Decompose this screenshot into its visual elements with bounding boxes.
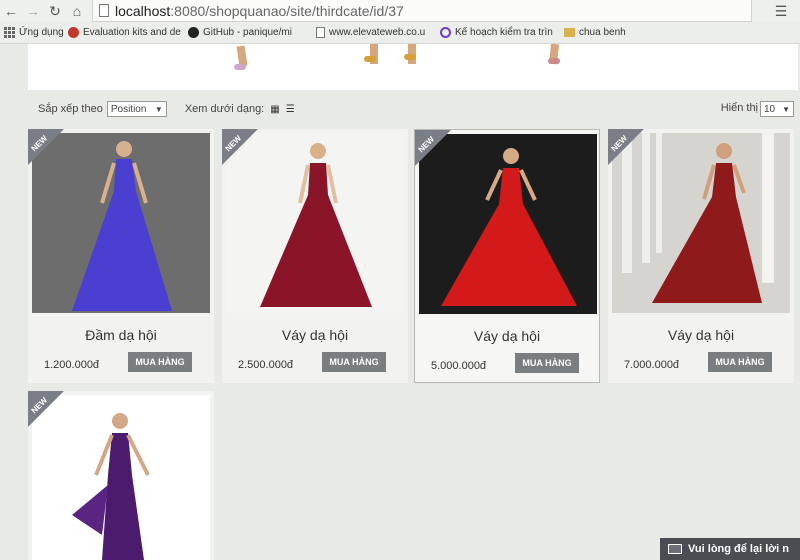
bookmark-chua-benh[interactable]: chua benh — [564, 22, 654, 44]
show-count-label: Hiển thị — [720, 102, 758, 114]
sort-select[interactable]: Position ▼ — [106, 101, 167, 117]
document-icon — [316, 27, 325, 38]
product-card[interactable]: NEW Váy dạ hội 7.000.000đ MUA HÀNG — [608, 129, 794, 383]
buy-button[interactable]: MUA HÀNG — [128, 352, 192, 372]
buy-button[interactable]: MUA HÀNG — [708, 352, 772, 372]
buy-button[interactable]: MUA HÀNG — [515, 353, 579, 373]
product-card[interactable]: NEW Đầm dạ hội 1.200.000đ MUA HÀNG — [28, 129, 214, 383]
banner-shoe — [364, 56, 376, 62]
chat-label: Vui lòng để lại lời n — [688, 543, 789, 555]
mail-icon — [668, 544, 682, 554]
apps-icon — [4, 27, 15, 38]
url-host: localhost — [115, 2, 171, 19]
chevron-down-icon: ▼ — [154, 104, 163, 114]
show-count-select[interactable]: 10 ▼ — [760, 101, 794, 117]
product-card[interactable]: NEW — [28, 391, 214, 560]
page-icon — [99, 4, 109, 17]
sort-value: Position — [110, 103, 147, 115]
product-price: 5.000.000đ — [431, 360, 487, 372]
list-view-icon[interactable]: ☰ — [286, 104, 295, 115]
reload-icon[interactable]: ↻ — [44, 0, 66, 22]
back-arrow-icon[interactable]: ← — [0, 0, 22, 22]
product-card[interactable]: NEW Váy dạ hội 5.000.000đ MUA HÀNG — [414, 129, 600, 383]
product-name[interactable]: Váy dạ hội — [415, 328, 599, 344]
link-icon — [440, 27, 451, 38]
product-price: 2.500.000đ — [238, 359, 294, 371]
bookmark-label: www.elevateweb.co.u — [329, 27, 426, 38]
bookmark-label: chua benh — [579, 27, 626, 38]
banner-shoe — [548, 58, 560, 64]
show-count-value: 10 — [764, 103, 776, 115]
view-mode-label: Xem dưới dạng: — [184, 103, 265, 115]
bookmark-github[interactable]: GitHub - panique/mi — [188, 22, 316, 44]
chevron-down-icon: ▼ — [782, 104, 790, 114]
product-grid: NEW Đầm dạ hội 1.200.000đ MUA HÀNG NEW V… — [28, 129, 798, 560]
bookmark-ke-hoach[interactable]: Kế hoạch kiểm tra trìn — [440, 22, 564, 44]
bookmark-label: Kế hoạch kiểm tra trìn — [455, 27, 553, 38]
grid-view-icon[interactable]: ▦ — [270, 104, 279, 115]
banner-shoe — [404, 54, 416, 60]
address-bar[interactable]: localhost:8080/shopquanao/site/thirdcate… — [92, 0, 752, 22]
menu-icon[interactable]: ☰ — [770, 0, 792, 22]
home-icon[interactable]: ⌂ — [66, 0, 88, 22]
product-name[interactable]: Váy dạ hội — [222, 327, 408, 343]
product-card[interactable]: NEW Váy dạ hội 2.500.000đ MUA HÀNG — [222, 129, 408, 383]
product-price: 7.000.000đ — [624, 359, 680, 371]
folder-icon — [564, 28, 575, 37]
product-name[interactable]: Đầm dạ hội — [28, 327, 214, 343]
sort-label: Sắp xếp theo — [38, 103, 103, 115]
red-circle-icon — [68, 27, 79, 38]
buy-button[interactable]: MUA HÀNG — [322, 352, 386, 372]
url-path: :8080/shopquanao/site/thirdcate/id/37 — [170, 2, 404, 19]
bookmark-evaluation-kits[interactable]: Evaluation kits and de — [68, 22, 188, 44]
product-price: 1.200.000đ — [44, 359, 100, 371]
bookmark-label: Evaluation kits and de — [83, 27, 181, 38]
github-icon — [188, 27, 199, 38]
bookmark-elevateweb[interactable]: www.elevateweb.co.u — [316, 22, 440, 44]
forward-arrow-icon[interactable]: → — [22, 0, 44, 22]
bookmark-label: GitHub - panique/mi — [203, 27, 292, 38]
product-name[interactable]: Váy dạ hội — [608, 327, 794, 343]
page-content: Sắp xếp theo Position ▼ Xem dưới dạng: ▦… — [0, 44, 800, 560]
banner-shoe — [234, 64, 246, 70]
browser-nav-bar: ← → ↻ ⌂ localhost:8080/shopquanao/site/t… — [0, 0, 800, 22]
banner-image — [28, 44, 798, 90]
listing-toolbar: Sắp xếp theo Position ▼ Xem dưới dạng: ▦… — [28, 94, 798, 124]
bookmark-label: Ứng dụng — [19, 27, 64, 38]
chat-widget[interactable]: Vui lòng để lại lời n — [660, 538, 800, 560]
bookmarks-bar: Ứng dụng Evaluation kits and de GitHub -… — [0, 22, 800, 44]
bookmark-apps[interactable]: Ứng dụng — [0, 22, 68, 44]
